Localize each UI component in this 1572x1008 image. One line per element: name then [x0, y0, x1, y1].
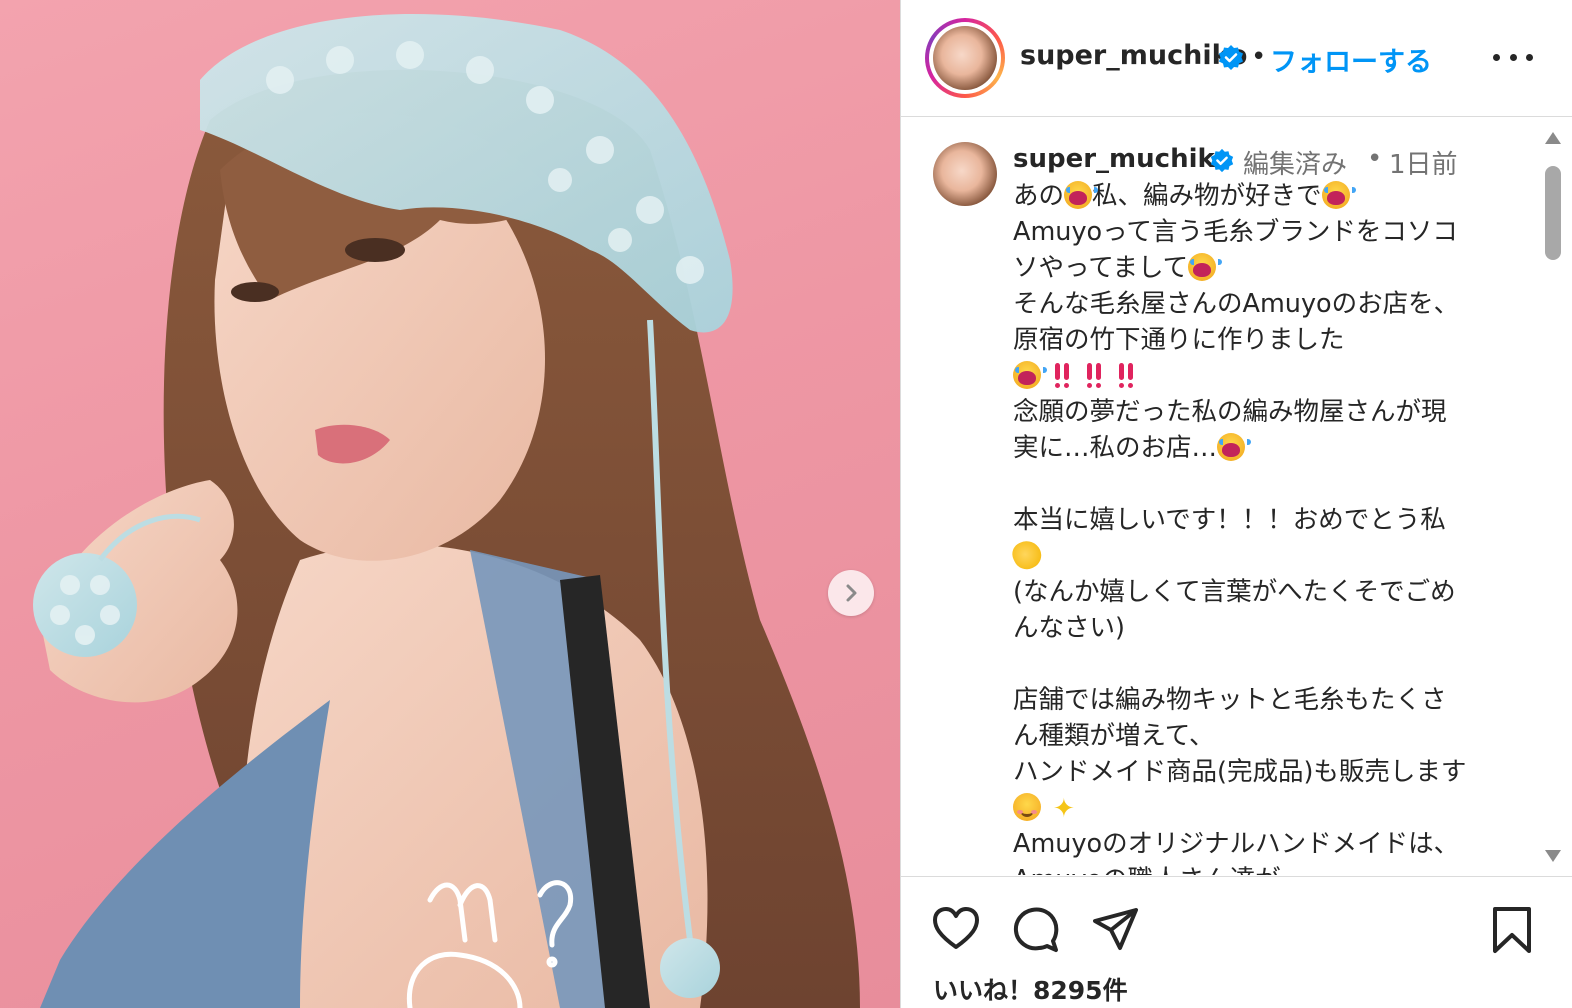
caption-line-text: Amuyoの職人さん達が	[1013, 865, 1281, 875]
caption-line: 本当に嬉しいです！！！おめでとう私	[1013, 502, 1513, 538]
cry-emoji-icon	[1217, 433, 1252, 461]
caption-line	[1013, 466, 1513, 502]
post-header: super_muchiko • フォローする	[901, 0, 1572, 117]
comment-icon[interactable]	[1011, 905, 1061, 955]
caption-line: そんな毛糸屋さんのAmuyoのお店を、	[1013, 286, 1513, 322]
caption-line-text: 実に…私のお店…	[1013, 433, 1218, 463]
caption-avatar[interactable]	[933, 142, 997, 206]
like-count[interactable]: いいね！8295件	[933, 971, 1128, 1007]
caption-line	[1013, 646, 1513, 682]
caption-line: 原宿の竹下通りに作りました	[1013, 322, 1513, 358]
caption-line-text: Amuyoのオリジナルハンドメイドは、	[1013, 829, 1460, 859]
bang-emoji-icon	[1083, 361, 1105, 389]
caption-line: 実に…私のお店…	[1013, 430, 1513, 466]
caption-author[interactable]: super_muchiko	[1013, 144, 1232, 174]
caption-line: 店舗では編み物キットと毛糸もたくさ	[1013, 682, 1513, 718]
caption-line: Amuyoのオリジナルハンドメイドは、	[1013, 826, 1513, 862]
avatar	[933, 142, 997, 206]
caption-line-text: そんな毛糸屋さんのAmuyoのお店を、	[1013, 289, 1460, 319]
scroll-thumb[interactable]	[1545, 166, 1561, 260]
caption-line	[1008, 536, 1513, 574]
caption-line-text: Amuyoって言う毛糸ブランドをコソコ	[1013, 217, 1458, 247]
bang-emoji-icon	[1115, 361, 1137, 389]
caption-line: ん種類が増えて、	[1013, 718, 1513, 754]
verified-badge-icon	[1217, 44, 1245, 76]
caption-line-text: (なんか嬉しくて言葉がへたくそでごめ	[1013, 577, 1456, 607]
caption-line-text: 私、編み物が好きで	[1092, 181, 1322, 211]
caption-line-text: 原宿の竹下通りに作りました	[1013, 325, 1345, 355]
more-options-icon[interactable]	[1493, 44, 1533, 70]
story-ring[interactable]	[925, 18, 1005, 98]
author-username[interactable]: super_muchiko	[1020, 40, 1247, 71]
next-image-button[interactable]	[828, 570, 874, 616]
caption-line: ソやってまして	[1013, 250, 1513, 286]
caption-line: ハンドメイド商品(完成品)も販売します	[1013, 754, 1513, 790]
caption-line: (なんか嬉しくて言葉がへたくそでごめ	[1013, 574, 1513, 610]
caption-line	[1013, 790, 1513, 827]
follow-button[interactable]: フォローする	[1270, 40, 1432, 79]
bang-emoji-icon	[1051, 361, 1073, 389]
scrollbar[interactable]	[1541, 132, 1565, 862]
caption-line: Amuyoって言う毛糸ブランドをコソコ	[1013, 214, 1513, 250]
header-separator: •	[1251, 42, 1267, 72]
caption-line-text: あの	[1013, 181, 1065, 211]
chevron-right-icon	[846, 584, 857, 602]
caption-line: あの 私、編み物が好きで	[1013, 178, 1513, 214]
cry-emoji-icon	[1013, 361, 1047, 389]
scroll-down-icon[interactable]	[1545, 850, 1561, 862]
caption-line-text: ん種類が増えて、	[1013, 721, 1215, 751]
post-time[interactable]: 1日前	[1389, 144, 1458, 181]
cry-emoji-icon	[1321, 181, 1356, 209]
cry-emoji-icon	[1064, 181, 1099, 209]
verified-badge-icon	[1209, 148, 1235, 178]
caption-line-text: ハンドメイド商品(完成品)も販売します	[1013, 757, 1467, 787]
caption-line-text: んなさい)	[1013, 613, 1125, 643]
caption-text: あの 私、編み物が好きで Amuyoって言う毛糸ブランドをコソコ ソやってまして そんな…	[1008, 178, 1513, 875]
cry-emoji-icon	[1188, 253, 1223, 281]
caption-line-text: 念願の夢だった私の編み物屋さんが現	[1013, 397, 1447, 427]
bookmark-icon[interactable]	[1487, 905, 1537, 955]
post-detail-panel: super_muchiko • フォローする super_muchiko 編集済…	[900, 0, 1572, 1008]
caption-line-text: 店舗では編み物キットと毛糸もたくさ	[1013, 685, 1447, 715]
sparkles-emoji-icon	[1051, 791, 1079, 827]
heart-icon[interactable]	[931, 905, 981, 955]
action-bar: いいね！8295件	[901, 876, 1572, 1008]
clap-emoji-icon	[1008, 536, 1046, 574]
smile-emoji-icon	[1013, 793, 1041, 821]
avatar	[933, 26, 997, 90]
caption-separator: •	[1367, 144, 1383, 174]
scroll-up-icon[interactable]	[1545, 132, 1561, 144]
edited-label: 編集済み	[1243, 150, 1348, 180]
share-icon[interactable]	[1091, 905, 1141, 955]
caption-line: んなさい)	[1013, 610, 1513, 646]
caption-line-text: 本当に嬉しいです！！！おめでとう私	[1013, 505, 1446, 535]
caption-scroll-area[interactable]: super_muchiko 編集済み • 1日前 あの 私、編み物が好きで Amuy…	[901, 118, 1572, 875]
caption-line	[1013, 358, 1513, 394]
caption-line-text: ソやってまして	[1013, 253, 1189, 283]
caption-line: 念願の夢だった私の編み物屋さんが現	[1013, 394, 1513, 430]
caption-line: Amuyoの職人さん達が	[1013, 862, 1513, 875]
portrait-photo	[33, 14, 860, 1008]
post-image[interactable]	[0, 0, 900, 1008]
